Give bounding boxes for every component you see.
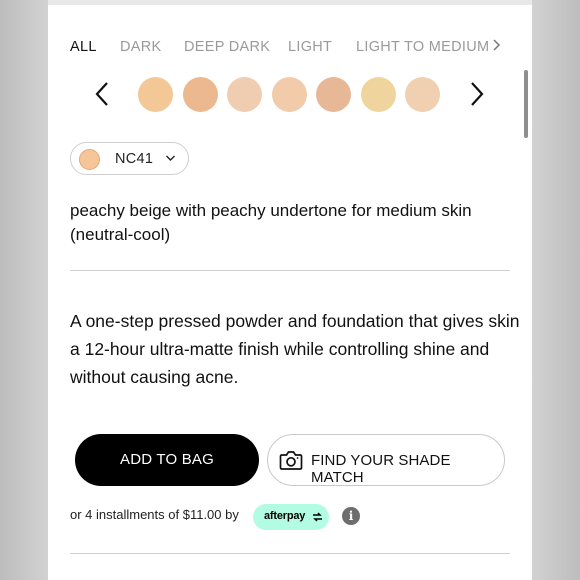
shade-swatch[interactable] <box>182 77 218 112</box>
shade-description: peachy beige with peachy undertone for m… <box>70 201 472 244</box>
selected-shade-swatch <box>79 149 100 170</box>
shade-swatch[interactable] <box>138 77 173 112</box>
divider <box>70 553 510 554</box>
shade-swatch[interactable] <box>360 77 396 112</box>
product-summary: A one-step pressed powder and foundation… <box>70 311 520 387</box>
camera-icon <box>279 451 303 470</box>
tab-light[interactable]: LIGHT <box>288 39 332 55</box>
installments-text: or 4 installments of $11.00 by <box>70 507 239 522</box>
chevron-left-icon <box>95 82 108 106</box>
afterpay-logo-icon <box>313 512 322 522</box>
afterpay-label: afterpay <box>264 510 306 522</box>
tab-all[interactable]: ALL <box>70 39 97 55</box>
chevron-right-icon <box>493 39 501 51</box>
tab-dark[interactable]: DARK <box>120 39 162 55</box>
tabs-next-button[interactable] <box>492 38 501 57</box>
divider <box>70 270 510 271</box>
afterpay-badge[interactable]: afterpay <box>253 504 329 530</box>
shade-swatch[interactable] <box>316 77 351 112</box>
shade-category-tabs: ALL DARK DEEP DARK LIGHT LIGHT TO MEDIUM <box>70 37 500 59</box>
shade-dropdown[interactable]: NC41 <box>70 142 189 175</box>
selected-shade-code: NC41 <box>115 151 154 167</box>
shade-swatch[interactable] <box>271 77 307 112</box>
scrollbar-thumb[interactable] <box>524 70 528 138</box>
chevron-down-icon <box>166 155 175 161</box>
shade-swatch[interactable] <box>405 77 440 112</box>
shade-swatch[interactable] <box>227 77 262 112</box>
find-shade-match-button[interactable]: FIND YOUR SHADE MATCH <box>267 434 505 486</box>
tab-light-to-medium[interactable]: LIGHT TO MEDIUM <box>356 39 489 55</box>
find-shade-match-label: FIND YOUR SHADE MATCH <box>311 452 451 486</box>
swatch-next-button[interactable] <box>467 80 487 108</box>
add-to-bag-button[interactable]: ADD TO BAG <box>75 434 259 486</box>
swatch-prev-button[interactable] <box>92 80 112 108</box>
tab-deep-dark[interactable]: DEEP DARK <box>184 39 270 55</box>
info-icon[interactable]: i <box>342 507 360 525</box>
chevron-right-icon <box>471 82 484 106</box>
